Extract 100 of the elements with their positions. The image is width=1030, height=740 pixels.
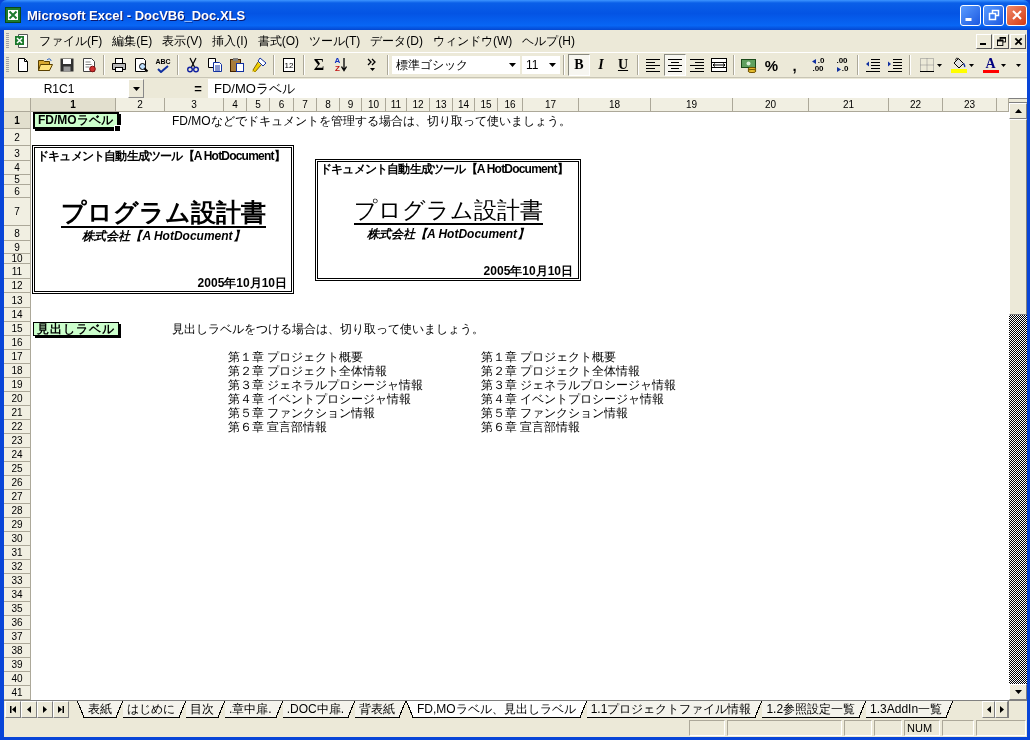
sheet-tab[interactable]: はじめに [123,701,186,718]
row-header[interactable]: 32 [4,560,31,574]
number-format-button[interactable]: , [783,54,806,76]
row-header[interactable]: 24 [4,448,31,462]
row-header[interactable]: 20 [4,392,31,406]
row-header[interactable]: 14 [4,308,31,322]
row-header[interactable]: 37 [4,630,31,644]
menu-grip-handle[interactable] [6,33,9,49]
row-header[interactable]: 21 [4,406,31,420]
menu-item[interactable]: ウィンドウ(W) [428,32,518,50]
scroll-up-button[interactable] [1009,103,1027,119]
toolbar-grip-handle[interactable] [6,57,9,73]
font-size-field[interactable]: 11 [522,56,560,74]
row-header[interactable]: 28 [4,504,31,518]
scroll-down-button[interactable] [1009,684,1027,700]
column-header[interactable]: 5 [247,98,270,112]
row-header[interactable]: 30 [4,532,31,546]
column-header[interactable]: 15 [475,98,498,112]
column-header[interactable]: 14 [453,98,475,112]
workbook-icon[interactable] [14,33,30,49]
menu-item[interactable]: 編集(E) [107,32,158,50]
sheet-tab[interactable]: 目次 [186,701,225,718]
menu-item[interactable]: ツール(T) [304,32,366,50]
scroll-right-button[interactable] [995,701,1008,718]
row-header[interactable]: 15 [4,322,31,336]
column-header[interactable]: 18 [579,98,651,112]
row-header[interactable]: 36 [4,616,31,630]
menu-item[interactable]: 書式(O) [252,32,304,50]
column-header[interactable]: 11 [386,98,407,112]
dropdown-arrow-icon[interactable] [549,63,556,67]
decimal-places-button[interactable]: .0 .00 [806,54,830,76]
row-header[interactable]: 19 [4,378,31,392]
decimal-places-button[interactable]: .00 .0 [830,54,854,76]
close-button[interactable] [1010,33,1026,49]
column-header[interactable]: 9 [340,98,362,112]
sheet-tab[interactable]: 1.2参照設定一覧 [762,701,867,718]
formula-input[interactable]: FD/MOラベル [208,79,1027,98]
column-header[interactable]: 16 [498,98,523,112]
column-header[interactable]: 22 [889,98,943,112]
minimize-button[interactable] [976,33,992,49]
row-header[interactable]: 13 [4,293,31,308]
row-header[interactable]: 39 [4,658,31,672]
date-button[interactable]: 12 [278,54,300,76]
column-header[interactable]: 7 [294,98,317,112]
first-sheet-button[interactable] [5,701,21,718]
row-header[interactable]: 6 [4,185,31,198]
column-header[interactable]: 3 [165,98,224,112]
column-header[interactable]: 17 [523,98,579,112]
previous-sheet-button[interactable] [21,701,37,718]
menu-item[interactable]: 表示(V) [157,32,208,50]
row-header[interactable]: 9 [4,241,31,254]
scrollbar-thumb[interactable] [1009,119,1027,315]
sheet-tab[interactable]: .DOC中扉. [282,701,355,718]
last-sheet-button[interactable] [53,701,69,718]
menu-item[interactable]: データ(D) [365,32,428,50]
font-name-field[interactable]: 標準ゴシック [392,56,520,74]
sort-ascending-button[interactable]: A Z [330,54,352,76]
row-header[interactable]: 5 [4,175,31,185]
row-header[interactable]: 7 [4,198,31,226]
row-header[interactable]: 31 [4,546,31,560]
column-header[interactable]: 12 [407,98,430,112]
row-header[interactable]: 38 [4,644,31,658]
menu-item[interactable]: 挿入(I) [207,32,253,50]
row-header[interactable]: 26 [4,476,31,490]
scroll-left-button[interactable] [982,701,995,718]
column-header[interactable]: 6 [270,98,294,112]
row-header[interactable]: 40 [4,672,31,686]
autosum-button[interactable]: Σ [308,54,330,76]
column-header[interactable]: 8 [317,98,340,112]
column-header[interactable]: 19 [651,98,733,112]
row-header[interactable]: 35 [4,602,31,616]
sheet-tab[interactable]: .章中扉. [225,701,283,718]
column-header[interactable]: 1 [31,98,116,112]
font-color-button[interactable]: A [978,54,1010,76]
row-header[interactable]: 25 [4,462,31,476]
row-header[interactable]: 41 [4,686,31,700]
row-header[interactable]: 29 [4,518,31,532]
number-format-button[interactable]: % [760,54,783,76]
text-style-button[interactable]: I [590,54,612,76]
row-header[interactable]: 8 [4,226,31,241]
sheet-tab[interactable]: 表紙 [77,701,123,718]
menu-item[interactable]: ヘルプ(H) [517,32,580,50]
row-header[interactable]: 18 [4,364,31,378]
row-header[interactable]: 34 [4,588,31,602]
restore-button[interactable] [993,33,1009,49]
row-header[interactable]: 2 [4,129,31,146]
row-header[interactable]: 12 [4,279,31,293]
menu-item[interactable]: ファイル(F) [34,32,108,50]
sheet-tab[interactable]: 背表紙 [355,701,406,718]
row-header[interactable]: 11 [4,264,31,279]
name-box-dropdown[interactable] [128,79,144,98]
next-sheet-button[interactable] [37,701,53,718]
column-header[interactable]: 20 [733,98,809,112]
column-header[interactable]: 10 [362,98,386,112]
sheet-tab[interactable]: 1.1プロジェクトファイル情報 [586,701,763,718]
text-style-button[interactable]: U [612,54,634,76]
column-header[interactable]: 13 [430,98,453,112]
row-header[interactable]: 1 [4,112,31,129]
column-header[interactable]: 21 [809,98,889,112]
sheet-tab[interactable]: FD,MOラベル、見出しラベル [406,701,587,718]
